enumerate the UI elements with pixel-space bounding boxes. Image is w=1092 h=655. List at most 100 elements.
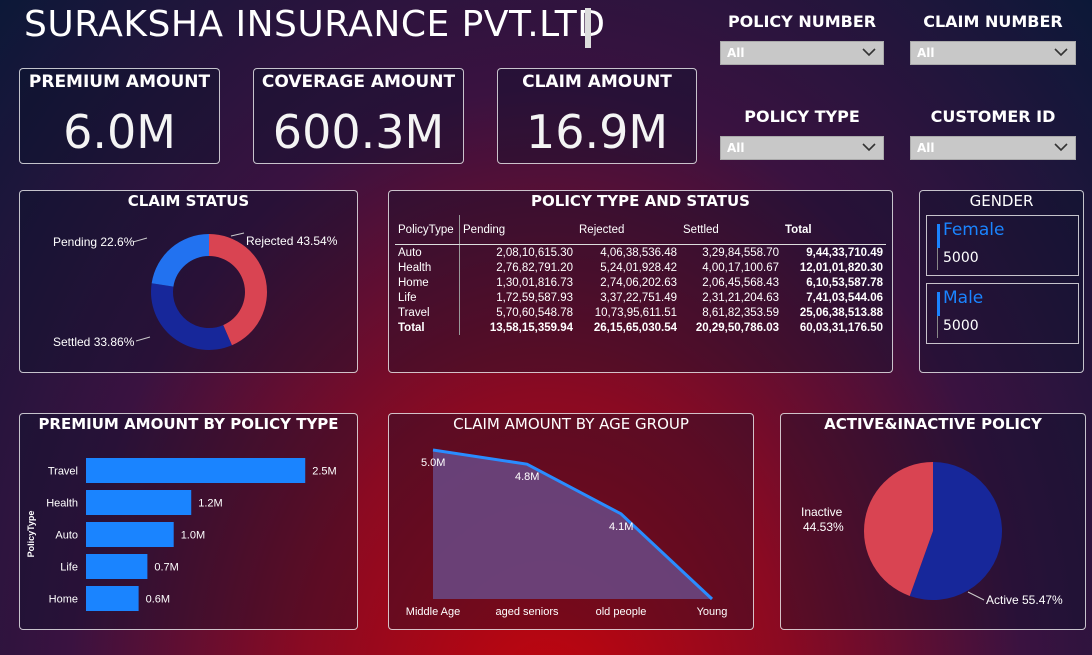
chevron-down-icon [1054, 143, 1068, 152]
table-cell: 1,72,59,587.93 [496, 291, 573, 304]
kpi-label: COVERAGE AMOUNT [261, 72, 456, 92]
table-cell: 7,41,03,544.06 [806, 291, 883, 304]
column-header[interactable]: Pending [459, 215, 576, 245]
value-label: 1.2M [198, 498, 222, 510]
slice-label-active: Active 55.47% [986, 593, 1063, 607]
table-cell: 3,29,84,558.70 [702, 246, 779, 259]
table-cell: 25,06,38,513.88 [799, 306, 883, 319]
table-cell: Travel [395, 305, 460, 320]
value-label: 1.0M [181, 530, 205, 542]
slicer-label-policy-type: POLICY TYPE [744, 107, 860, 126]
bar-life[interactable] [86, 554, 148, 579]
column-header[interactable]: Settled [680, 215, 782, 245]
claim-number-dropdown[interactable]: All [910, 41, 1076, 65]
table-row[interactable]: Life 1,72,59,587.93 3,37,22,751.49 2,31,… [395, 290, 886, 305]
kpi-claim-amount: CLAIM AMOUNT 16.9M [497, 68, 697, 164]
slicer-label-claim-number: CLAIM NUMBER [923, 12, 1063, 31]
column-header[interactable]: Rejected [576, 215, 680, 245]
gender-card-female[interactable]: Female 5000 [926, 215, 1079, 276]
slice-label-pending: Pending 22.6% [53, 235, 135, 249]
claim-status-donut-chart: Rejected 43.54% Settled 33.86% Pending 2… [53, 232, 338, 350]
table-row[interactable]: Health 2,76,82,791.20 5,24,01,928.42 4,0… [395, 260, 886, 275]
policy-status-table: PolicyType Pending Rejected Settled Tota… [395, 215, 886, 335]
divider [937, 248, 938, 270]
table-cell: 10,73,95,611.51 [594, 306, 677, 319]
claim-by-age-group-panel: CLAIM AMOUNT BY AGE GROUP 5.0M 4.8M 4.1M Mi… [388, 413, 754, 630]
kpi-value: 16.9M [525, 105, 669, 159]
column-header[interactable]: Total [782, 215, 886, 245]
donut-slice-pending[interactable] [151, 234, 209, 287]
gender-name: Female [943, 220, 1005, 240]
table-cell: 2,08,10,615.30 [496, 246, 573, 259]
y-axis-label: PolicyType [26, 511, 36, 558]
dropdown-value: All [727, 141, 745, 155]
claim-age-area-chart: 5.0M 4.8M 4.1M Middle Age aged seniors old pe… [406, 448, 728, 618]
slice-label-inactive: Inactive [801, 505, 843, 519]
bar-auto[interactable] [86, 522, 174, 547]
table-cell: Home [395, 275, 460, 290]
table-cell: 6,10,53,587.78 [806, 276, 883, 289]
category-label: Life [60, 562, 78, 574]
table-cell: 2,06,45,568.43 [702, 276, 779, 289]
dropdown-value: All [917, 141, 935, 155]
table-row[interactable]: Travel 5,70,60,548.78 10,73,95,611.51 8,… [395, 305, 886, 320]
kpi-label: CLAIM AMOUNT [522, 72, 672, 92]
table-cell: 9,44,33,710.49 [806, 246, 883, 259]
x-tick-label: aged seniors [496, 606, 559, 618]
accent-bar [937, 224, 940, 248]
table-cell: Health [395, 260, 460, 275]
table-cell: 60,03,31,176.50 [799, 321, 883, 334]
kpi-value: 600.3M [272, 105, 445, 159]
table-cell: 2,31,21,204.63 [702, 291, 779, 304]
leader-line [230, 232, 245, 237]
table-cell: 8,61,82,353.59 [702, 306, 779, 319]
policy-type-status-panel: POLICY TYPE AND STATUS PolicyType Pendin… [388, 190, 893, 373]
panel-title: POLICY TYPE AND STATUS [531, 192, 750, 210]
slice-label-settled: Settled 33.86% [53, 335, 135, 349]
slicer-label-customer-id: CUSTOMER ID [930, 107, 1056, 126]
donut-slice-settled[interactable] [151, 283, 232, 350]
dropdown-value: All [917, 46, 935, 60]
gender-name: Male [943, 288, 984, 308]
table-cell: Life [395, 290, 460, 305]
table-cell: Total [395, 320, 460, 335]
slice-label-rejected: Rejected 43.54% [246, 234, 338, 248]
bar-home[interactable] [86, 586, 139, 611]
divider [937, 316, 938, 338]
bar-travel[interactable] [86, 458, 306, 483]
customer-id-dropdown[interactable]: All [910, 136, 1076, 160]
table-cell: 13,58,15,359.94 [489, 321, 573, 334]
table-cell: 20,29,50,786.03 [695, 321, 779, 334]
table-cell: 12,01,01,820.30 [799, 261, 883, 274]
leader-line [967, 591, 985, 601]
slice-label-inactive-pct: 44.53% [803, 520, 844, 534]
table-row[interactable]: Home 1,30,01,816.73 2,74,06,202.63 2,06,… [395, 275, 886, 290]
gender-panel: GENDER Female 5000 Male 5000 [919, 190, 1084, 373]
active-inactive-pie-chart: Active 55.47% Inactive 44.53% [801, 462, 1063, 607]
policy-type-dropdown[interactable]: All [720, 136, 884, 160]
kpi-coverage-amount: COVERAGE AMOUNT 600.3M [253, 68, 464, 164]
gender-count: 5000 [943, 250, 979, 266]
chevron-down-icon [1054, 48, 1068, 57]
bar-health[interactable] [86, 490, 192, 515]
table-cell: 3,37,22,751.49 [600, 291, 677, 304]
panel-title: GENDER [969, 192, 1034, 210]
table-cell: 5,24,01,928.42 [600, 261, 677, 274]
table-row[interactable]: Auto 2,08,10,615.30 4,06,38,536.48 3,29,… [395, 244, 886, 260]
data-label: 5.0M [421, 457, 445, 469]
premium-bar-chart: PolicyType Travel 2.5M Health 1.2M Auto 1.0M L… [26, 458, 337, 611]
category-label: Home [49, 594, 78, 606]
accent-bar [937, 292, 940, 316]
kpi-value: 6.0M [63, 105, 176, 159]
table-cell: 1,30,01,816.73 [496, 276, 573, 289]
table-cell: 4,06,38,536.48 [600, 246, 677, 259]
area-fill [433, 450, 712, 599]
gender-card-male[interactable]: Male 5000 [926, 283, 1079, 344]
column-header[interactable]: PolicyType [395, 215, 460, 245]
table-cell: 4,00,17,100.67 [702, 261, 779, 274]
leader-line [135, 336, 151, 342]
chevron-down-icon [862, 143, 876, 152]
page-title: SURAKSHA INSURANCE PVT.LTD [24, 4, 606, 45]
x-tick-label: Young [697, 606, 728, 618]
policy-number-dropdown[interactable]: All [720, 41, 884, 65]
